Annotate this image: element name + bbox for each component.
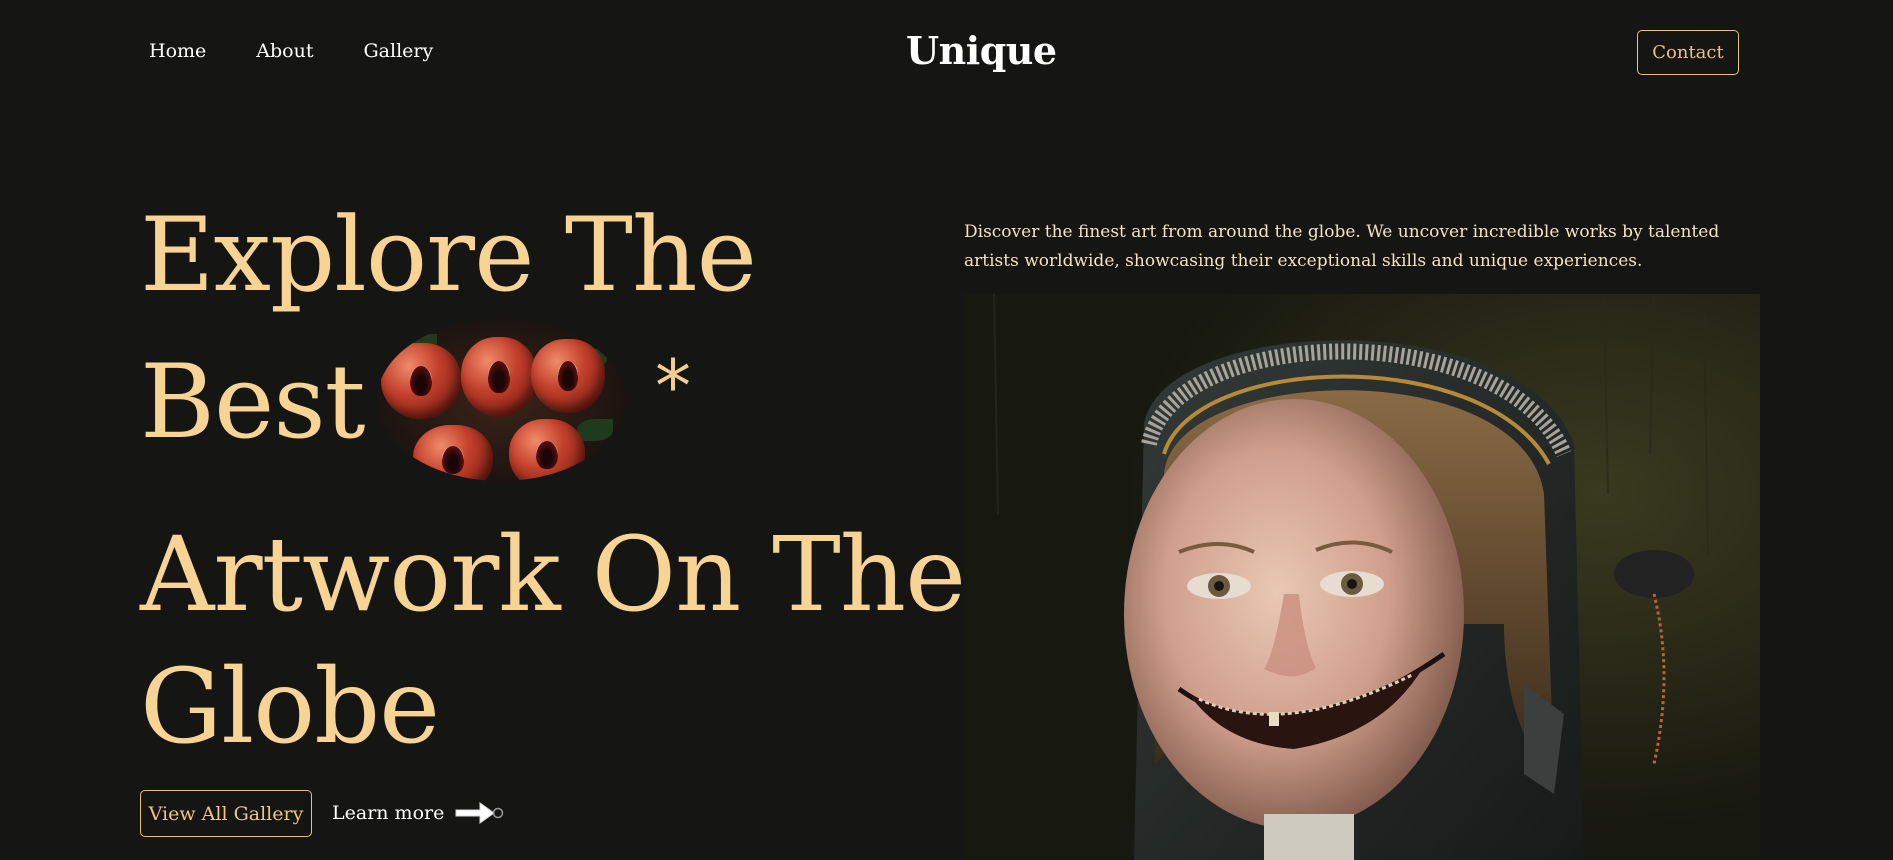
apple-shape: [461, 337, 537, 417]
learn-more-link[interactable]: Learn more: [332, 800, 506, 826]
hero-heading-line-2: Best: [140, 343, 366, 462]
apple-mouth: [488, 361, 510, 393]
hero-artwork-thumbnail: [377, 319, 625, 481]
portrait-illustration: [964, 294, 1760, 860]
apple-shape: [381, 343, 461, 419]
apple-mouth: [536, 440, 558, 470]
apple-mouth: [441, 446, 465, 474]
nav-link-gallery[interactable]: Gallery: [363, 40, 433, 62]
nav-links: Home About Gallery: [149, 40, 483, 62]
asterisk-decoration: *: [655, 344, 691, 428]
learn-more-label: Learn more: [332, 802, 445, 824]
nav-link-about[interactable]: About: [256, 40, 313, 62]
contact-button[interactable]: Contact: [1637, 30, 1739, 75]
hero-heading-line-3: Artwork On The: [140, 515, 966, 635]
apple-mouth: [409, 365, 433, 397]
arrow-right-icon: [454, 800, 506, 826]
leaf-shape: [577, 419, 613, 441]
top-nav: Home About Gallery Unique Contact: [0, 0, 1893, 110]
featured-painting: [964, 294, 1760, 860]
hero-heading-line-1: Explore The: [140, 196, 757, 315]
hero-heading-line-4: Globe: [140, 647, 440, 767]
nav-link-home[interactable]: Home: [149, 40, 206, 62]
view-all-gallery-button[interactable]: View All Gallery: [140, 790, 312, 837]
apple-shape: [509, 419, 585, 481]
apple-mouth: [557, 361, 579, 391]
apple-shape: [413, 425, 493, 481]
apple-shape: [531, 339, 605, 413]
intro-description: Discover the finest art from around the …: [964, 222, 1720, 271]
brand-logo[interactable]: Unique: [906, 28, 1057, 73]
